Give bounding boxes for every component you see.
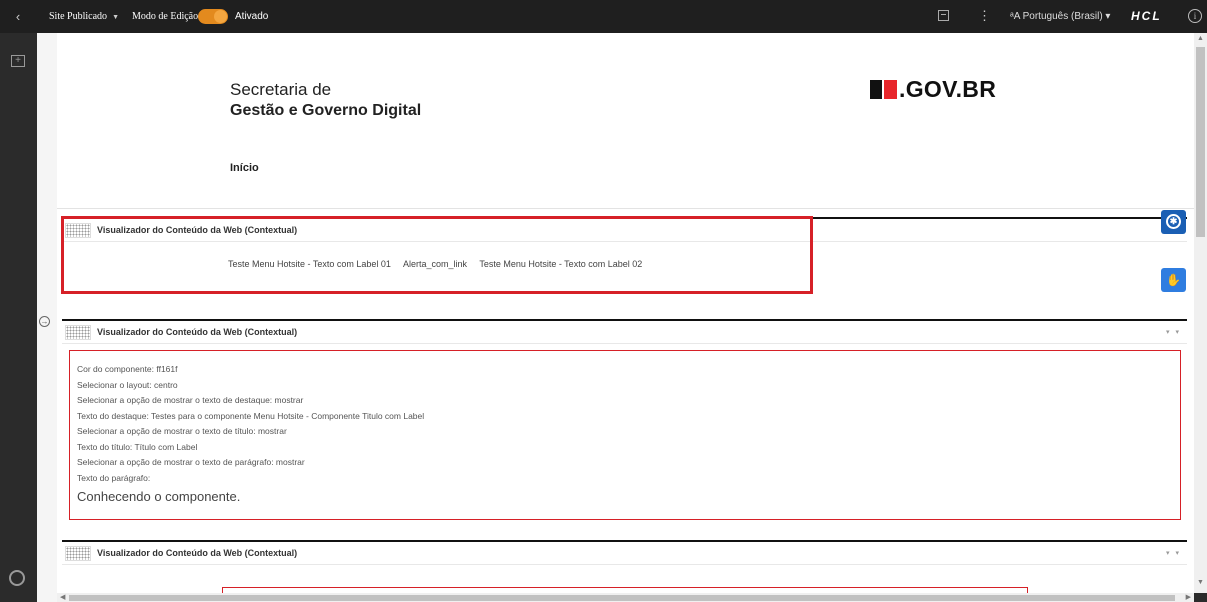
edit-mode-label: Modo de Edição: [132,11,201,22]
horizontal-scrollbar[interactable]: ◀ ▶ [57,593,1194,602]
hand-icon: ✋ [1166,273,1181,287]
scrollbar-thumb[interactable] [69,595,1175,601]
property-line: Cor do componente: ff161f [77,364,178,374]
info-icon[interactable]: i [1188,9,1202,23]
portlet-header-divider [62,343,1187,344]
portlet-controls-icon[interactable]: ▾ ▾ [1166,549,1181,557]
page-canvas: Secretaria de Gestão e Governo Digital .… [57,33,1194,593]
toggle-state-label: Ativado [235,11,269,22]
site-published-dropdown[interactable]: Site Publicado ▼ [49,11,119,22]
accessibility-icon: ✱ [1166,214,1181,229]
component-properties: Cor do componente: ff161f Selecionar o l… [77,362,424,506]
language-label: Português (Brasil) [1022,11,1103,22]
sp-gov-logo[interactable]: .GOV.BR [870,75,996,103]
page-settings-icon[interactable] [938,10,949,21]
translate-icon: ᵃA [1010,11,1023,22]
web-content-viewer-2: Visualizador do Conteúdo da Web (Context… [62,319,1187,524]
component-content-box: Cor do componente: ff161f Selecionar o l… [69,350,1181,520]
property-line: Texto do título: Título com Label [77,441,198,452]
property-line: Texto do parágrafo: [77,472,151,483]
highlight-box [61,216,813,294]
language-selector[interactable]: ᵃA Português (Brasil) ▾ [1010,11,1110,22]
left-rail: + [0,33,37,602]
vertical-scrollbar[interactable]: ▲ ▼ [1194,33,1207,593]
scroll-up-icon[interactable]: ▲ [1197,35,1204,42]
chevron-down-icon: ▾ [1102,11,1111,22]
scroll-left-icon[interactable]: ◀ [60,593,65,601]
logo-text: .GOV.BR [899,75,997,102]
page-gutter: → [37,33,57,602]
drag-handle-icon[interactable] [65,546,91,561]
secretaria-line1: Secretaria de [230,80,332,99]
scroll-down-icon[interactable]: ▼ [1197,579,1204,586]
top-toolbar: ‹ Site Publicado ▼ Modo de Edição: Ativad… [0,0,1207,33]
portlet-title: Visualizador do Conteúdo da Web (Context… [97,548,298,558]
portlet-header-divider [62,564,1187,565]
property-line: Selecionar o layout: centro [77,379,178,390]
back-chevron-icon[interactable]: ‹ [8,8,28,26]
globe-icon[interactable] [9,570,25,586]
more-options-icon[interactable]: ⋮ [978,8,991,24]
paragraph-text: Conhecendo o componente. [77,489,241,504]
accessibility-button[interactable]: ✱ [1161,210,1186,234]
edit-mode-toggle[interactable] [198,9,228,24]
site-published-label: Site Publicado [49,11,108,22]
portlet-title: Visualizador do Conteúdo da Web (Context… [97,327,298,337]
portlet-top-border [62,540,1187,542]
add-content-icon[interactable]: + [11,55,25,67]
web-content-viewer-1: Visualizador do Conteúdo da Web (Context… [61,216,1187,295]
drag-handle-icon[interactable] [65,325,91,340]
header-divider [57,208,1194,209]
chevron-down-icon: ▼ [112,13,119,21]
nav-inicio-link[interactable]: Início [230,162,259,174]
expand-arrow-icon[interactable]: → [39,316,50,327]
libras-hand-button[interactable]: ✋ [1161,268,1186,292]
property-line: Selecionar a opção de mostrar o texto de… [77,395,304,405]
scrollbar-thumb[interactable] [1196,47,1205,237]
sp-mark-icon [870,79,897,99]
property-line: Texto do destaque: Testes para o compone… [77,410,425,421]
property-line: Selecionar a opção de mostrar o texto de… [77,457,305,467]
toggle-knob [214,10,227,23]
web-content-viewer-3: Visualizador do Conteúdo da Web (Context… [62,540,1187,593]
portlet-controls-icon[interactable]: ▾ ▾ [1166,328,1181,336]
property-line: Selecionar a opção de mostrar o texto de… [77,426,287,436]
secretaria-line2: Gestão e Governo Digital [230,102,422,119]
scroll-right-icon[interactable]: ▶ [1186,593,1191,601]
portlet-top-border [62,319,1187,321]
hcl-logo: HCL [1131,9,1162,23]
